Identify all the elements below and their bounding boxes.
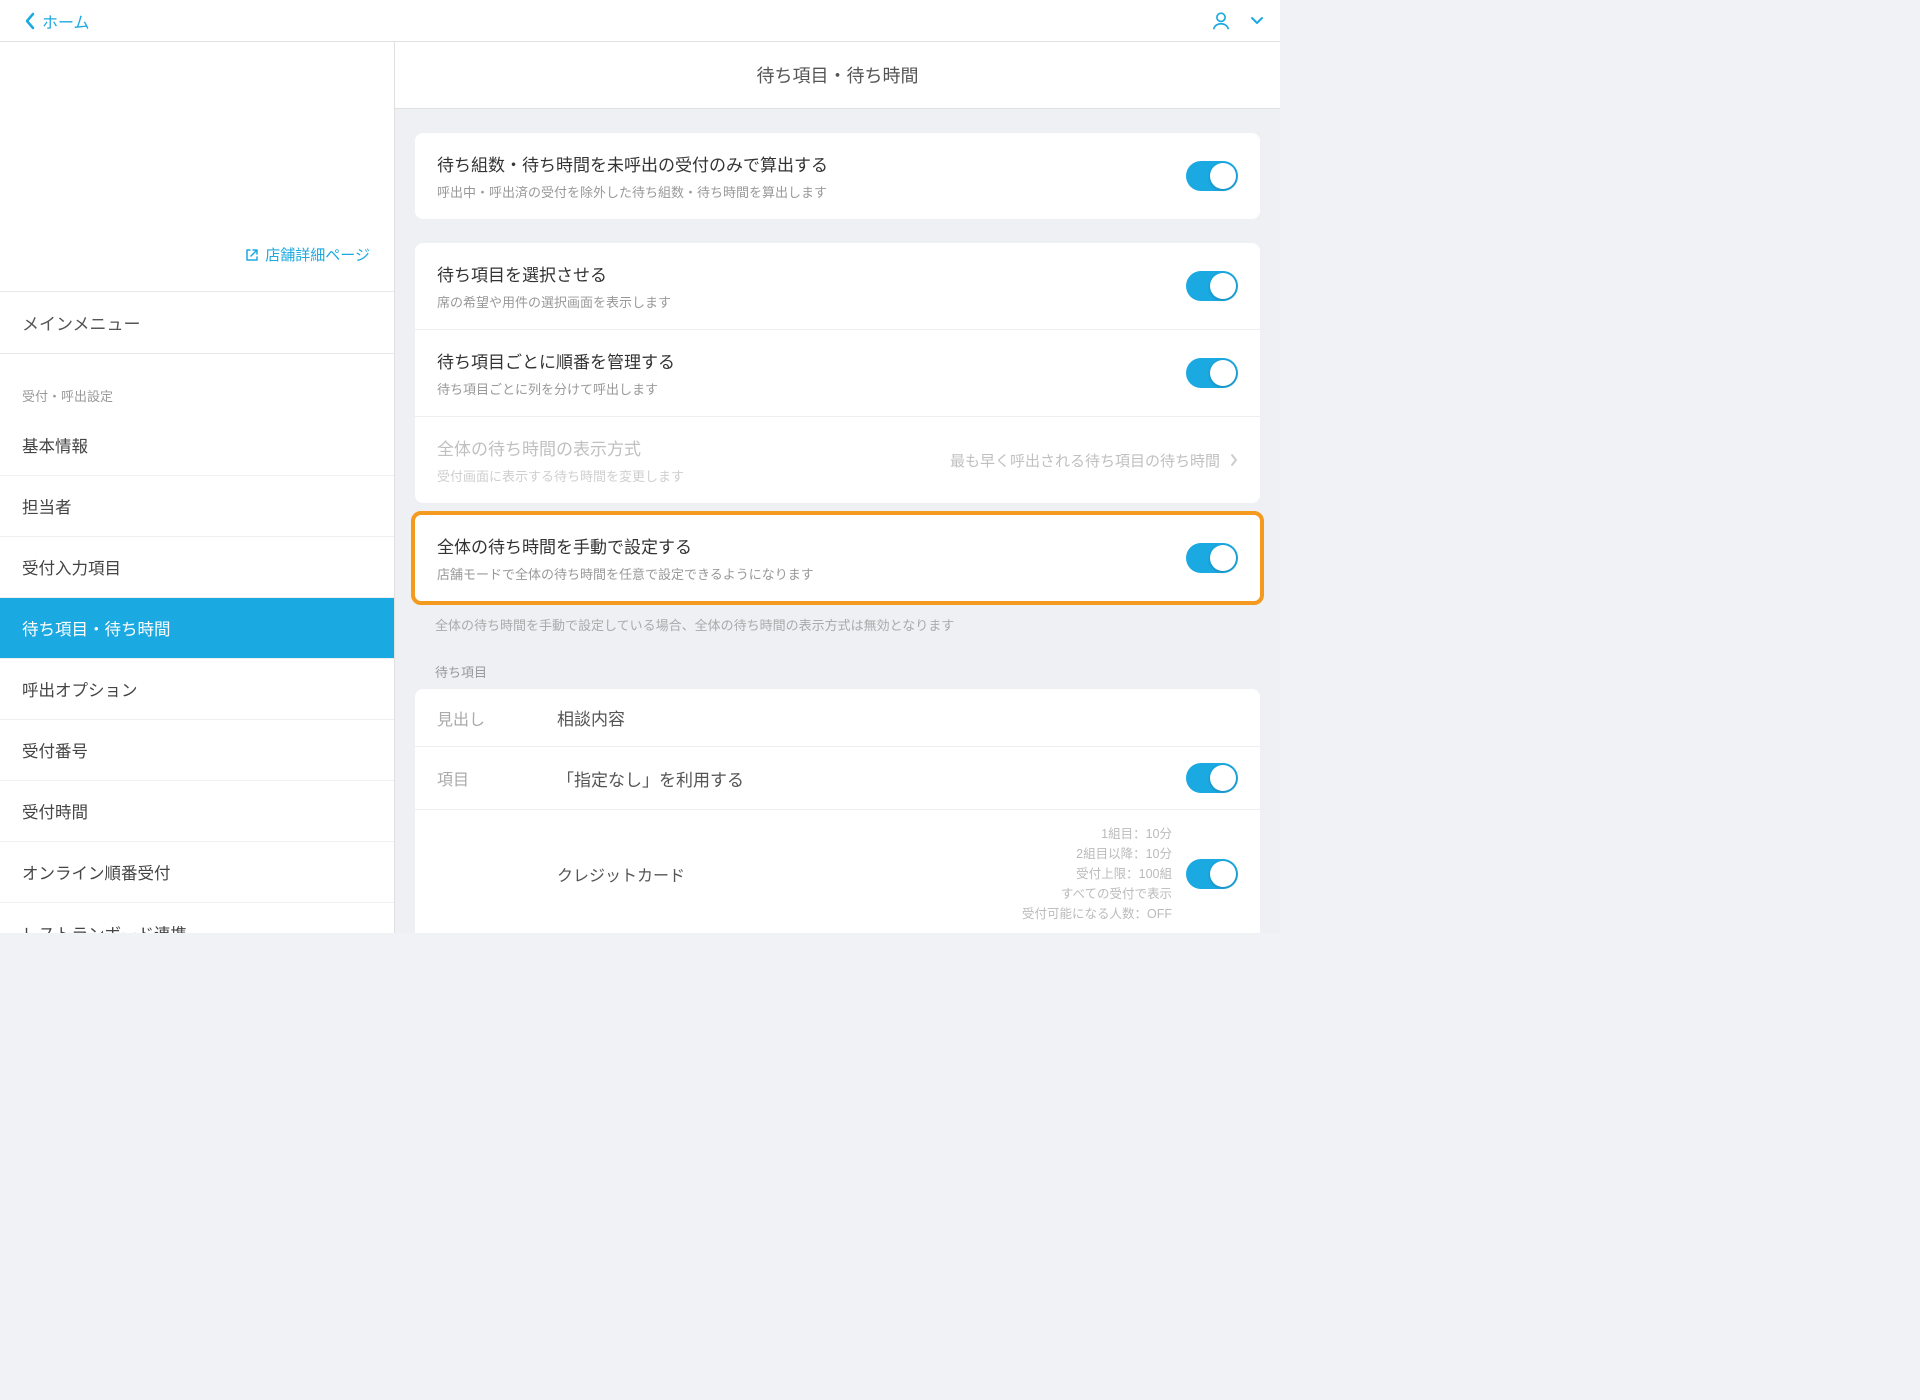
setting-row-manual-wait-time: 全体の待ち時間を手動で設定する 店舗モードで全体の待ち時間を任意で設定できるよう… (415, 515, 1260, 601)
sidebar-item-wait-items[interactable]: 待ち項目・待ち時間 (0, 598, 394, 659)
external-link-icon (245, 248, 259, 262)
toggle-calc-uncalled[interactable] (1186, 161, 1238, 191)
setting-title: 待ち項目を選択させる (437, 261, 671, 286)
content-area: 待ち項目・待ち時間 待ち組数・待ち時間を未呼出の受付のみで算出する 呼出中・呼出… (395, 42, 1280, 933)
back-label: ホーム (42, 9, 90, 33)
item-val: 「指定なし」を利用する (557, 766, 1186, 791)
wait-items-label: 待ち項目 (395, 640, 1280, 689)
sidebar-item-staff[interactable]: 担当者 (0, 476, 394, 537)
toggle-manual-wait-time[interactable] (1186, 543, 1238, 573)
setting-title: 待ち組数・待ち時間を未呼出の受付のみで算出する (437, 151, 828, 176)
store-detail-link[interactable]: 店舗詳細ページ (0, 42, 394, 292)
setting-title: 全体の待ち時間を手動で設定する (437, 533, 814, 558)
item-key: 項目 (437, 766, 557, 790)
toggle-use-unspecified[interactable] (1186, 763, 1238, 793)
setting-row-calc-uncalled: 待ち組数・待ち時間を未呼出の受付のみで算出する 呼出中・呼出済の受付を除外した待… (415, 133, 1260, 219)
setting-row-display-format[interactable]: 全体の待ち時間の表示方式 受付画面に表示する待ち時間を変更します 最も早く呼出さ… (415, 416, 1260, 503)
sidebar-section-label: 受付・呼出設定 (0, 354, 394, 415)
toggle-manage-per-item[interactable] (1186, 358, 1238, 388)
toggle-sub-item[interactable] (1186, 859, 1238, 889)
sub-item-row[interactable]: クレジットカード 1組目：10分 2組目以降：10分 受付上限：100組 すべて… (415, 810, 1260, 933)
setting-subtitle: 呼出中・呼出済の受付を除外した待ち組数・待ち時間を算出します (437, 182, 828, 201)
sidebar-item-restaurant-board[interactable]: レストランボード連携 (0, 903, 394, 933)
page-title: 待ち項目・待ち時間 (395, 42, 1280, 109)
sidebar-item-reception-input[interactable]: 受付入力項目 (0, 537, 394, 598)
sub-item-meta: 1組目：10分 2組目以降：10分 受付上限：100組 すべての受付で表示 受付… (1022, 824, 1172, 924)
sidebar-item-call-option[interactable]: 呼出オプション (0, 659, 394, 720)
sidebar: 店舗詳細ページ メインメニュー 受付・呼出設定 基本情報 担当者 受付入力項目 … (0, 42, 395, 933)
setting-value: 最も早く呼出される待ち項目の待ち時間 (950, 450, 1220, 471)
highlighted-setting: 全体の待ち時間を手動で設定する 店舗モードで全体の待ち時間を任意で設定できるよう… (411, 511, 1264, 605)
user-icon[interactable] (1210, 10, 1232, 32)
setting-subtitle: 待ち項目ごとに列を分けて呼出します (437, 379, 675, 398)
setting-group-2: 待ち項目を選択させる 席の希望や用件の選択画面を表示します 待ち項目ごとに順番を… (415, 243, 1260, 503)
sidebar-item-basic-info[interactable]: 基本情報 (0, 415, 394, 476)
store-detail-label: 店舗詳細ページ (265, 244, 370, 265)
setting-subtitle: 席の希望や用件の選択画面を表示します (437, 292, 671, 311)
sidebar-item-online-reception[interactable]: オンライン順番受付 (0, 842, 394, 903)
setting-title: 全体の待ち時間の表示方式 (437, 435, 684, 460)
setting-row-manage-per-item: 待ち項目ごとに順番を管理する 待ち項目ごとに列を分けて呼出します (415, 329, 1260, 416)
top-right-controls (1210, 10, 1264, 32)
toggle-select-wait-item[interactable] (1186, 271, 1238, 301)
heading-val: 相談内容 (557, 705, 1238, 730)
item-row: 項目 「指定なし」を利用する (415, 747, 1260, 810)
wait-item-card: 見出し 相談内容 項目 「指定なし」を利用する クレジットカード 1組目：10分… (415, 689, 1260, 933)
chevron-down-icon[interactable] (1250, 16, 1264, 26)
back-button[interactable]: ホーム (24, 9, 90, 33)
top-bar: ホーム (0, 0, 1280, 42)
setting-title: 待ち項目ごとに順番を管理する (437, 348, 675, 373)
setting-group-1: 待ち組数・待ち時間を未呼出の受付のみで算出する 呼出中・呼出済の受付を除外した待… (415, 133, 1260, 219)
sub-item-name: クレジットカード (557, 862, 685, 886)
chevron-left-icon (24, 12, 36, 30)
setting-row-select-wait-item: 待ち項目を選択させる 席の希望や用件の選択画面を表示します (415, 243, 1260, 329)
heading-key: 見出し (437, 706, 557, 730)
footnote: 全体の待ち時間を手動で設定している場合、全体の待ち時間の表示方式は無効となります (395, 605, 1280, 640)
sidebar-item-reception-time[interactable]: 受付時間 (0, 781, 394, 842)
setting-subtitle: 受付画面に表示する待ち時間を変更します (437, 466, 684, 485)
sidebar-item-reception-number[interactable]: 受付番号 (0, 720, 394, 781)
heading-row[interactable]: 見出し 相談内容 (415, 689, 1260, 747)
chevron-right-icon (1230, 453, 1238, 467)
setting-subtitle: 店舗モードで全体の待ち時間を任意で設定できるようになります (437, 564, 814, 583)
main-menu-header[interactable]: メインメニュー (0, 292, 394, 354)
